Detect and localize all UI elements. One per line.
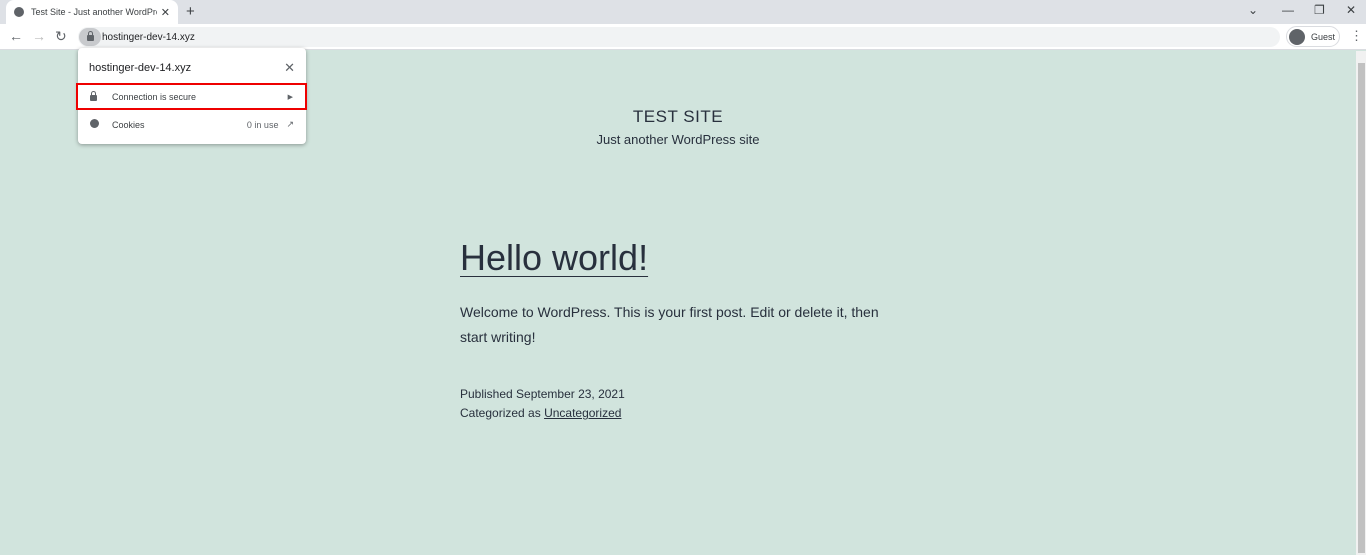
globe-icon [14,7,24,17]
avatar-icon [1289,28,1305,45]
close-tab-icon[interactable]: ✕ [161,6,170,19]
connection-label: Connection is secure [112,91,197,102]
popup-title: hostinger-dev-14.xyz [89,62,192,74]
lock-icon [90,90,97,101]
cookies-count: 0 in use [246,119,279,130]
close-window-button[interactable]: ✕ [1346,3,1356,17]
tab-title: Test Site - Just another WordPress site [31,7,157,17]
profile-button[interactable]: Guest [1286,26,1340,47]
site-info-popup: hostinger-dev-14.xyz ✕ Connection is sec… [76,48,307,144]
cookies-item[interactable]: Cookies 0 in use ↗ [78,111,306,138]
post-title[interactable]: Hello world! [460,237,648,279]
address-bar[interactable]: hostinger-dev-14.xyz [78,27,1280,47]
tab-search-icon[interactable]: ⌄ [1248,3,1258,17]
connection-secure-item[interactable]: Connection is secure ▶ [76,83,307,110]
minimize-button[interactable]: — [1282,3,1294,17]
lock-icon [86,31,94,41]
chevron-right-icon: ▶ [287,93,293,101]
back-button[interactable]: ← [9,28,23,44]
restore-button[interactable]: ❐ [1314,3,1325,17]
external-link-icon: ↗ [286,119,294,129]
category-prefix: Categorized as [460,406,541,420]
reload-button[interactable]: ↻ [55,28,67,45]
cookie-icon [90,119,99,128]
post-body: Welcome to WordPress. This is your first… [460,304,879,345]
category-line: Categorized as Uncategorized [460,406,621,420]
category-link[interactable]: Uncategorized [544,406,621,420]
site-info-button[interactable] [79,28,101,46]
published-date: Published September 23, 2021 [460,387,625,401]
profile-label: Guest [1311,31,1336,42]
scrollbar[interactable] [1356,51,1366,555]
new-tab-button[interactable]: + [186,3,195,20]
forward-button[interactable]: → [32,28,46,44]
tab-strip: Test Site - Just another WordPress site … [0,0,1366,24]
browser-tab[interactable]: Test Site - Just another WordPress site … [6,0,178,24]
scrollbar-thumb[interactable] [1358,63,1365,553]
toolbar: ← → ↻ hostinger-dev-14.xyz Guest ⋮ [0,24,1366,50]
url-text: hostinger-dev-14.xyz [102,31,195,43]
cookies-label: Cookies [112,119,145,130]
close-icon[interactable]: ✕ [284,60,295,76]
menu-icon[interactable]: ⋮ [1350,28,1363,44]
